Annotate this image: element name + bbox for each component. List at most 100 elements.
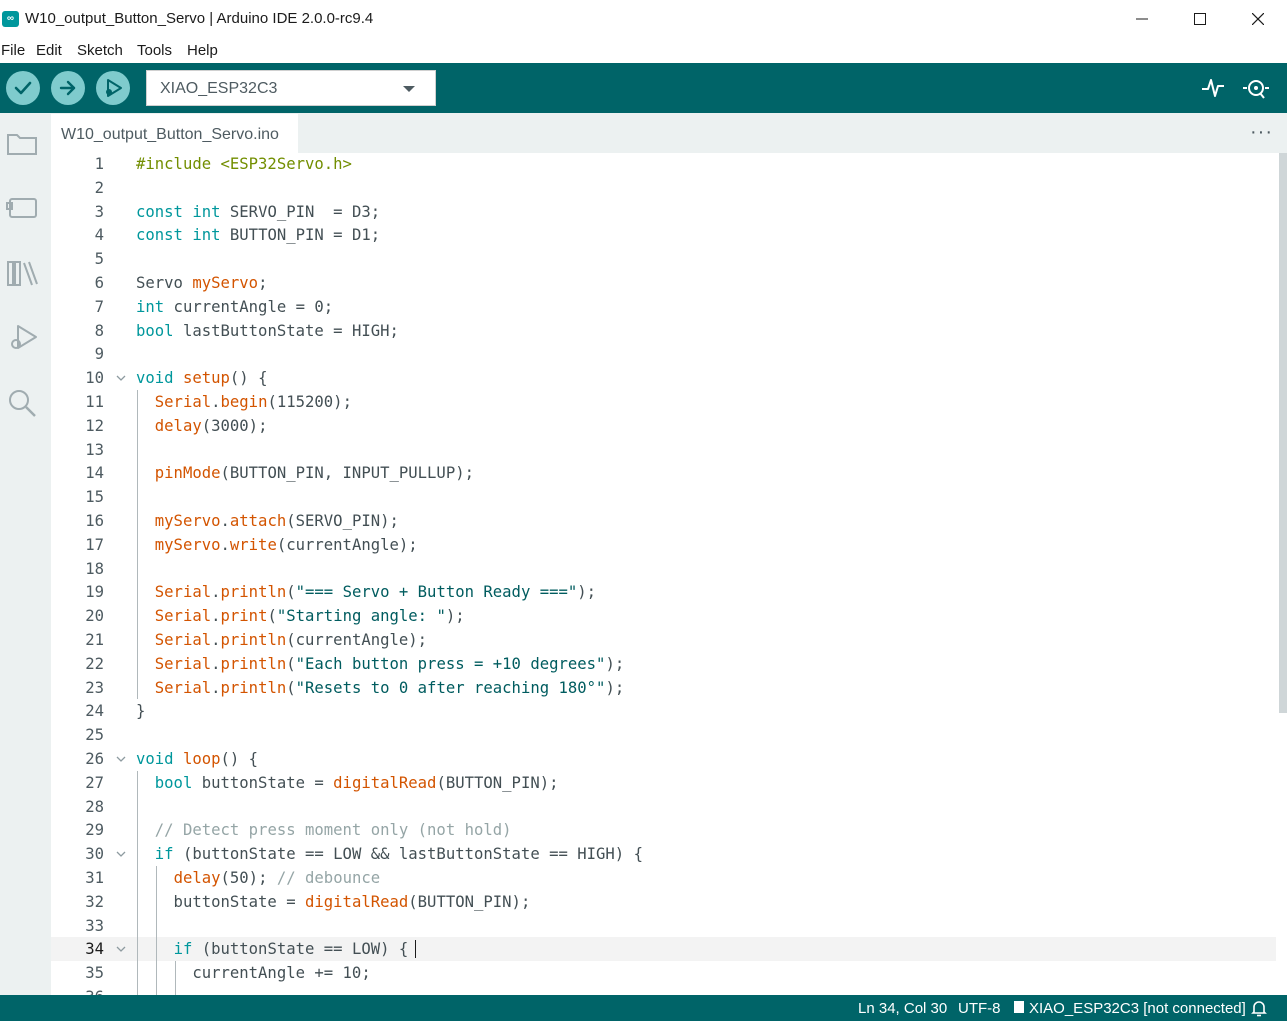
code-line[interactable]: 6 Servo myServo; (51, 271, 1276, 295)
indent-guide (175, 961, 176, 995)
code-line[interactable]: 36 (51, 985, 1276, 995)
line-number: 34 (85, 940, 104, 959)
code-line[interactable]: 35 currentAngle += 10; (51, 961, 1276, 985)
sidebar (0, 113, 51, 995)
code-line[interactable]: 30 if (buttonState == LOW && lastButtonS… (51, 842, 1276, 866)
code-line[interactable]: 5 (51, 247, 1276, 271)
fold-chevron-icon[interactable] (115, 747, 127, 771)
board-icon (6, 198, 37, 218)
library-manager-button[interactable] (4, 255, 40, 291)
code-line[interactable]: 8 bool lastButtonState = HIGH; (51, 319, 1276, 343)
code-text: Serial.println("Each button press = +10 … (154, 654, 625, 673)
tab-sketch-file[interactable]: W10_output_Button_Servo.ino (51, 113, 298, 153)
code-editor[interactable]: 1 #include <ESP32Servo.h> 2 3 const int SERV… (51, 153, 1287, 995)
line-number: 8 (94, 321, 104, 340)
code-line[interactable]: 34 if (buttonState == LOW) { (51, 937, 1276, 962)
line-number: 1 (94, 155, 104, 173)
code-line[interactable]: 18 (51, 557, 1276, 581)
code-line[interactable]: 19 Serial.println("=== Servo + Button Re… (51, 580, 1276, 604)
chip-icon (1013, 1000, 1025, 1018)
code-line[interactable]: 28 (51, 795, 1276, 819)
code-text: Serial.println("=== Servo + Button Ready… (154, 583, 597, 602)
code-line[interactable]: 10 void setup() { (51, 366, 1276, 390)
code-text: myServo.write(currentAngle); (154, 535, 418, 554)
code-line[interactable]: 13 (51, 438, 1276, 462)
code-line[interactable]: 27 bool buttonState = digitalRead(BUTTON… (51, 771, 1276, 795)
indent-guide (137, 770, 138, 995)
code-line[interactable]: 16 myServo.attach(SERVO_PIN); (51, 509, 1276, 533)
code-line[interactable]: 3 const int SERVO_PIN = D3; (51, 200, 1276, 224)
code-line[interactable]: 31 delay(50); // debounce (51, 866, 1276, 890)
menu-file[interactable]: File (1, 42, 25, 59)
code-line[interactable]: 29 // Detect press moment only (not hold… (51, 818, 1276, 842)
scrollbar-thumb[interactable] (1279, 153, 1287, 713)
debug-icon (106, 79, 122, 97)
line-number: 18 (85, 559, 104, 578)
code-line[interactable]: 24} (51, 699, 1276, 723)
code-line[interactable]: 23 Serial.println("Resets to 0 after rea… (51, 676, 1276, 700)
code-text: pinMode(BUTTON_PIN, INPUT_PULLUP); (154, 464, 474, 483)
code-line[interactable]: 33 (51, 914, 1276, 938)
close-button[interactable] (1229, 0, 1287, 38)
serial-monitor-button[interactable] (1242, 74, 1270, 102)
search-button[interactable] (4, 385, 40, 421)
code-line[interactable]: 21 Serial.println(currentAngle); (51, 628, 1276, 652)
debug-panel-button[interactable] (4, 319, 40, 355)
code-text: myServo.attach(SERVO_PIN); (154, 512, 399, 530)
menu-tools[interactable]: Tools (137, 42, 172, 59)
line-number: 24 (85, 702, 104, 721)
minimize-icon (1136, 18, 1148, 20)
minimize-button[interactable] (1113, 0, 1171, 38)
debug-button[interactable] (96, 71, 130, 105)
code-line[interactable]: 17 myServo.write(currentAngle); (51, 533, 1276, 557)
line-number: 23 (85, 678, 104, 697)
code-line[interactable]: 7 int currentAngle = 0; (51, 295, 1276, 319)
code-line[interactable]: 9 (51, 342, 1276, 366)
file-encoding[interactable]: UTF-8 (958, 1000, 1001, 1017)
sketchbook-button[interactable] (4, 125, 40, 161)
menu-help[interactable]: Help (187, 42, 218, 59)
menu-sketch[interactable]: Sketch (77, 42, 123, 59)
code-text: bool buttonState = digitalRead(BUTTON_PI… (154, 773, 559, 792)
code-line[interactable]: 22 Serial.println("Each button press = +… (51, 652, 1276, 676)
line-number: 30 (85, 845, 104, 864)
more-actions-button[interactable]: ··· (1250, 121, 1273, 144)
editor-scrollbar[interactable] (1276, 153, 1287, 995)
fold-chevron-icon[interactable] (115, 366, 127, 390)
boards-manager-button[interactable] (4, 189, 40, 225)
maximize-button[interactable] (1171, 0, 1229, 38)
serial-plotter-button[interactable] (1199, 74, 1227, 102)
line-number: 28 (85, 797, 104, 816)
notification-bell-icon[interactable] (1251, 999, 1267, 1021)
board-connection-status[interactable]: XIAO_ESP32C3 [not connected] (1029, 1000, 1246, 1017)
menu-edit[interactable]: Edit (36, 42, 62, 59)
cursor-position[interactable]: Ln 34, Col 30 (858, 1000, 947, 1017)
code-text: if (buttonState == LOW) { (173, 940, 409, 959)
code-line[interactable]: 25 (51, 723, 1276, 747)
code-line[interactable]: 26 void loop() { (51, 747, 1276, 771)
code-line[interactable]: 11 Serial.begin(115200); (51, 390, 1276, 414)
code-text: #include <ESP32Servo.h> (136, 155, 352, 173)
title-bar: ∞ W10_output_Button_Servo | Arduino IDE … (0, 0, 1287, 38)
fold-chevron-icon[interactable] (115, 842, 127, 866)
line-number: 25 (85, 726, 104, 745)
menu-bar: File Edit Sketch Tools Help (0, 38, 1287, 63)
code-line[interactable]: 14 pinMode(BUTTON_PIN, INPUT_PULLUP); (51, 461, 1276, 485)
code-line[interactable]: 2 (51, 176, 1276, 200)
line-number: 7 (94, 297, 104, 316)
code-line[interactable]: 12 delay(3000); (51, 414, 1276, 438)
line-number: 11 (85, 393, 104, 411)
code-line[interactable]: 15 (51, 485, 1276, 509)
code-text: if (buttonState == LOW && lastButtonStat… (154, 845, 643, 864)
code-line[interactable]: 32 buttonState = digitalRead(BUTTON_PIN)… (51, 890, 1276, 914)
board-selector[interactable]: XIAO_ESP32C3 (146, 70, 436, 106)
code-line[interactable]: 20 Serial.print("Starting angle: "); (51, 604, 1276, 628)
arduino-logo-icon: ∞ (2, 11, 19, 27)
code-line[interactable]: 4 const int BUTTON_PIN = D1; (51, 223, 1276, 247)
indent-guide (156, 866, 157, 995)
code-line[interactable]: 1 #include <ESP32Servo.h> (51, 153, 1276, 176)
line-number: 9 (94, 345, 104, 364)
fold-chevron-icon[interactable] (115, 937, 127, 961)
upload-button[interactable] (51, 71, 85, 105)
verify-button[interactable] (6, 71, 40, 105)
